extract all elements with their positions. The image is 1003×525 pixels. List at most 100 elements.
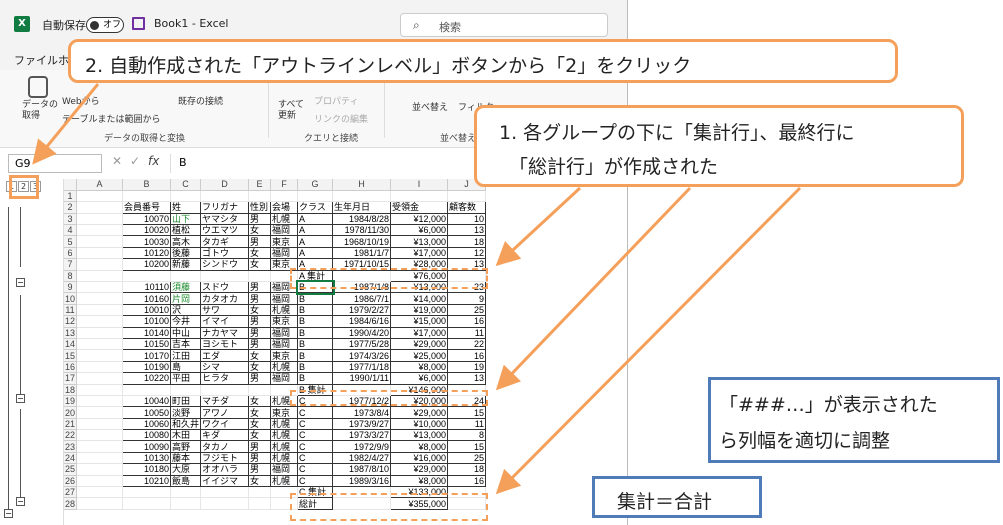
cell[interactable]: 11 (447, 326, 487, 339)
cell[interactable] (248, 497, 272, 510)
cell[interactable]: 男 (248, 337, 272, 351)
cell[interactable]: 10060 (122, 417, 172, 431)
cell[interactable]: 11 (447, 417, 487, 431)
cell[interactable]: B (297, 326, 334, 339)
cell[interactable] (122, 384, 172, 396)
row-header[interactable]: 11 (64, 304, 77, 317)
cell[interactable]: 片岡 (170, 292, 202, 305)
cell[interactable]: 沢 (170, 303, 202, 317)
cell[interactable]: 18 (447, 235, 487, 248)
cell[interactable] (200, 190, 250, 203)
cell[interactable]: 25 (447, 451, 487, 465)
cell[interactable]: 10210 (122, 474, 172, 488)
cell[interactable]: 札幌 (270, 360, 299, 374)
cell[interactable]: ¥8,000 (390, 440, 449, 453)
cell[interactable] (122, 190, 172, 203)
cell[interactable] (76, 361, 124, 374)
row-header[interactable]: 28 (64, 497, 77, 510)
row-header[interactable]: 21 (64, 418, 77, 431)
cell[interactable]: ¥25,000 (390, 349, 449, 362)
cell[interactable]: 10150 (122, 337, 172, 351)
cell[interactable]: 10010 (122, 303, 172, 317)
cell[interactable]: 大原 (170, 463, 202, 476)
cell[interactable] (76, 270, 124, 283)
cell[interactable] (122, 497, 172, 510)
cell[interactable] (76, 395, 124, 408)
cell[interactable]: ヒラタ (200, 372, 250, 385)
cell[interactable]: C (297, 451, 334, 465)
table-header-cell[interactable]: 会場 (270, 201, 299, 214)
cell[interactable]: 1990/1/11 (332, 372, 392, 385)
save-icon[interactable] (132, 17, 145, 30)
cell[interactable]: 福岡 (270, 246, 299, 260)
cell[interactable]: 10100 (122, 315, 172, 328)
cell[interactable]: 1973/9/27 (332, 417, 392, 431)
refresh-all-button[interactable]: すべて 更新 (278, 100, 304, 122)
cell[interactable]: 後藤 (170, 246, 202, 260)
cell[interactable]: ¥12,000 (390, 212, 449, 226)
cell[interactable]: ¥10,000 (390, 417, 449, 431)
cell[interactable]: 女 (248, 303, 272, 317)
cell[interactable]: 福岡 (270, 463, 299, 476)
cell[interactable]: 吉本 (170, 337, 202, 351)
cell[interactable]: 10 (447, 212, 487, 226)
cell[interactable]: ¥16,000 (390, 451, 449, 465)
cell[interactable]: 女 (248, 224, 272, 237)
cell[interactable]: 今井 (170, 315, 202, 328)
row-header[interactable]: 6 (64, 247, 77, 260)
table-header-cell[interactable]: 会員番号 (122, 201, 172, 214)
row-header[interactable]: 10 (64, 292, 77, 305)
cell[interactable]: 札幌 (270, 212, 299, 226)
cell[interactable]: 女 (248, 360, 272, 374)
cell[interactable]: 22 (447, 337, 487, 351)
cell[interactable]: 須藤 (170, 280, 202, 294)
cell[interactable]: ¥6,000 (390, 372, 449, 385)
cell[interactable]: 札幌 (270, 417, 299, 431)
tab-file[interactable]: ファイル (14, 52, 58, 68)
row-header[interactable]: 15 (64, 349, 77, 362)
cell[interactable]: シマ (200, 360, 250, 374)
cell[interactable]: 札幌 (270, 429, 299, 442)
cell[interactable]: オオハラ (200, 463, 250, 476)
cell[interactable]: ¥29,000 (390, 337, 449, 351)
cell[interactable] (200, 497, 250, 510)
cell[interactable]: ¥6,000 (390, 224, 449, 237)
cell[interactable]: 木田 (170, 429, 202, 442)
cell[interactable]: 札幌 (270, 474, 299, 488)
cell[interactable]: 8 (447, 429, 487, 442)
cell[interactable]: イマイ (200, 315, 250, 328)
cell[interactable]: 高木 (170, 235, 202, 248)
cell[interactable]: 16 (447, 315, 487, 328)
cell[interactable]: 1972/9/9 (332, 440, 392, 453)
cell[interactable]: ¥13,000 (390, 429, 449, 442)
cell[interactable] (297, 190, 334, 203)
cell[interactable]: 1984/8/28 (332, 212, 392, 226)
row-header[interactable]: 12 (64, 315, 77, 328)
cell[interactable]: 10200 (122, 258, 172, 271)
cell[interactable]: 藤本 (170, 451, 202, 465)
cell[interactable]: B (297, 349, 334, 362)
fx-icon[interactable]: fx (148, 154, 159, 168)
cell[interactable]: 18 (447, 463, 487, 476)
cell[interactable]: 1979/2/27 (332, 303, 392, 317)
cell[interactable] (76, 201, 124, 214)
from-table-button[interactable]: テーブルまたは範囲から (62, 112, 160, 125)
row-header[interactable]: 1 (64, 190, 77, 203)
cell[interactable] (76, 315, 124, 328)
cell[interactable]: 和久井 (170, 417, 202, 431)
cell[interactable]: ¥29,000 (390, 406, 449, 419)
cell[interactable]: スドウ (200, 280, 250, 294)
cell[interactable]: 16 (447, 349, 487, 362)
cell[interactable]: ヤマシタ (200, 212, 250, 226)
cell[interactable]: 10220 (122, 372, 172, 385)
cell[interactable]: 1989/3/16 (332, 474, 392, 488)
cell[interactable]: 東京 (270, 315, 299, 328)
cell[interactable] (76, 213, 124, 226)
cell[interactable]: C (297, 474, 334, 488)
cell[interactable] (76, 463, 124, 476)
corner-cell[interactable] (64, 179, 77, 191)
cell[interactable] (170, 497, 202, 510)
cell[interactable] (200, 384, 250, 396)
row-header[interactable]: 13 (64, 327, 77, 339)
cell[interactable]: 女 (248, 258, 272, 271)
